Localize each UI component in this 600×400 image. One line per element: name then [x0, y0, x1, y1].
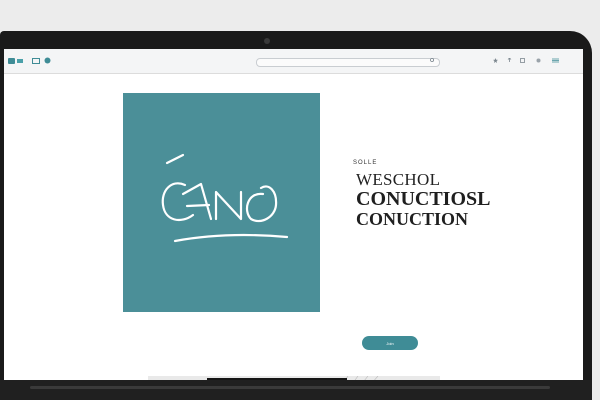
page-title-line-1: WESCHOL: [356, 170, 441, 189]
cta-button[interactable]: Join: [362, 336, 418, 350]
laptop-base: [0, 380, 592, 400]
share-icon[interactable]: [507, 58, 512, 63]
hero-image: [123, 93, 320, 312]
star-icon[interactable]: [493, 58, 498, 63]
brand-logo: [161, 153, 289, 243]
app-icon[interactable]: [44, 57, 51, 64]
page-title-line-3: CONUCTION: [356, 209, 469, 229]
web-page: SOLLE WESCHOL CONUCTIOSL CONUCTION Join: [4, 74, 583, 380]
profile-icon[interactable]: [536, 58, 541, 63]
tab-icon[interactable]: [8, 58, 15, 64]
extension-icon[interactable]: [520, 58, 525, 63]
address-bar[interactable]: [256, 58, 440, 67]
laptop-hinge: [30, 386, 550, 389]
page-title-line-2: CONUCTIOSL: [356, 188, 491, 210]
window-icon[interactable]: [32, 58, 40, 64]
webcam: [264, 38, 270, 44]
browser-toolbar: [4, 49, 583, 74]
browser-screen: SOLLE WESCHOL CONUCTIOSL CONUCTION Join: [4, 49, 583, 380]
search-icon[interactable]: [430, 58, 435, 63]
tab-icon[interactable]: [17, 58, 23, 64]
menu-icon[interactable]: [552, 58, 559, 63]
kicker-text: SOLLE: [353, 160, 378, 166]
